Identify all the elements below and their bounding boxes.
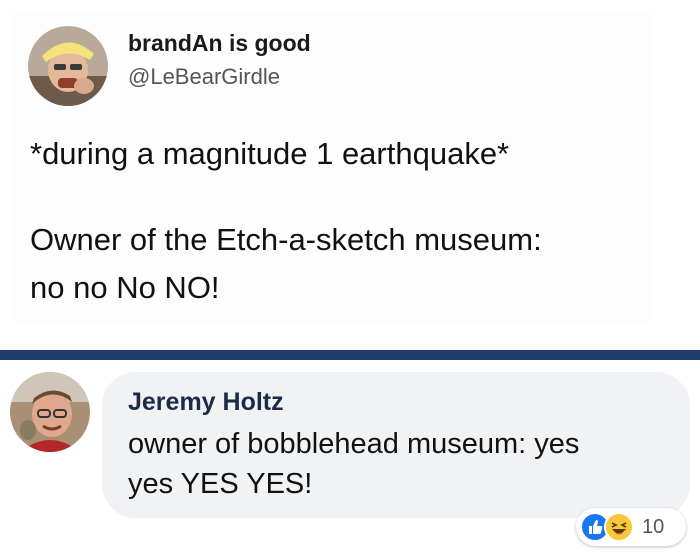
comment-text-line-1: owner of bobblehead museum: yes — [128, 428, 580, 460]
tweet-screenshot: brandAn is good @LeBearGirdle *during a … — [0, 0, 700, 350]
haha-icon — [604, 512, 634, 542]
avatar-photo-icon — [10, 372, 90, 452]
tweet-handle[interactable]: @LeBearGirdle — [128, 64, 280, 90]
tweet-avatar[interactable] — [28, 26, 108, 106]
tweet-line-1: *during a magnitude 1 earthquake* — [30, 136, 510, 171]
section-divider — [0, 350, 700, 360]
tweet-line-3: no no No NO! — [30, 270, 220, 305]
avatar-photo-icon — [28, 26, 108, 106]
reaction-count: 10 — [642, 516, 665, 538]
tweet-display-name[interactable]: brandAn is good — [128, 30, 311, 57]
comment-text-line-2: yes YES YES! — [128, 468, 313, 500]
tweet-line-2: Owner of the Etch-a-sketch museum: — [30, 222, 542, 257]
commenter-avatar[interactable] — [10, 372, 90, 452]
tweet-text: *during a magnitude 1 earthquake* Owner … — [30, 130, 670, 312]
comment-text: owner of bobblehead museum: yes yes YES … — [128, 424, 668, 504]
reactions-summary[interactable]: 10 — [576, 508, 686, 546]
comment-author-name[interactable]: Jeremy Holtz — [128, 388, 284, 417]
